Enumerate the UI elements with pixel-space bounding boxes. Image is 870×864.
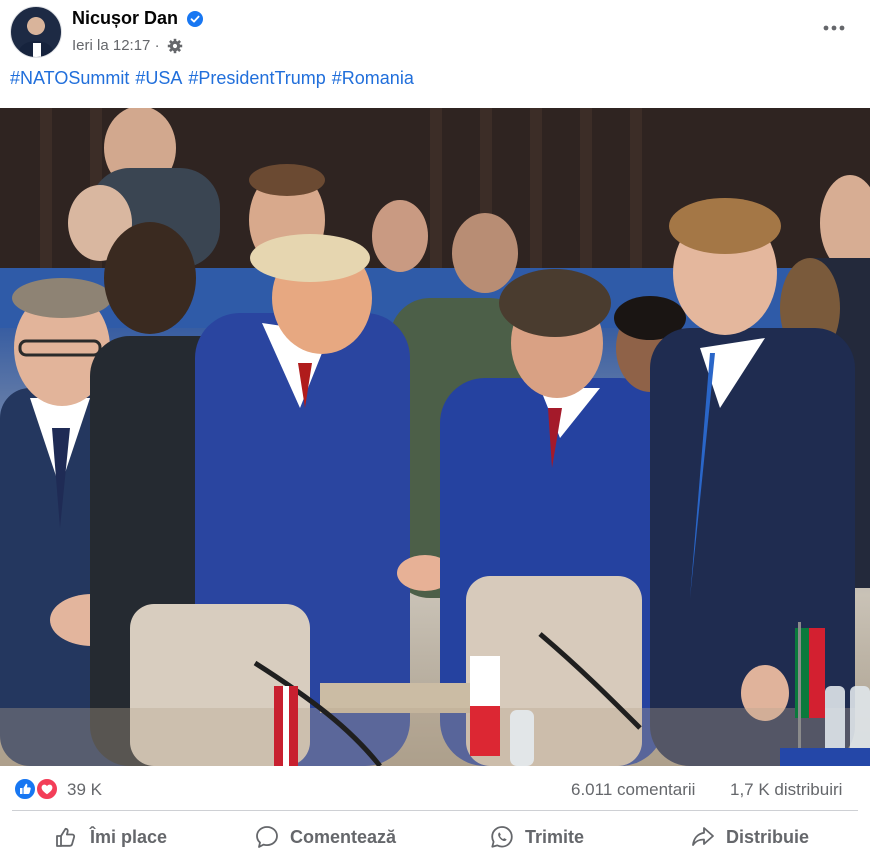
hashtag-link[interactable]: #PresidentTrump [188,68,325,88]
actions-divider [12,810,858,811]
share-button[interactable]: Distribuie [690,820,809,854]
reaction-count[interactable]: 39 K [67,780,102,800]
share-label: Distribuie [726,826,810,847]
hashtag-link[interactable]: #Romania [332,68,414,88]
like-label: Îmi place [90,826,168,847]
like-button[interactable]: Îmi place [54,820,167,854]
share-arrow-icon [692,827,714,846]
post-time[interactable]: Ieri la 12:17 [72,37,150,54]
post-caption: #NATOSummit #USA #PresidentTrump #Romania [10,68,420,89]
post-actions: Îmi place Comentează Trimite Distribuie [0,814,870,860]
verified-badge-icon [187,11,203,27]
hashtag-link[interactable]: #NATOSummit [10,68,129,88]
meta-separator: · [154,37,160,54]
love-reaction-icon[interactable] [35,777,59,801]
like-reaction-icon[interactable] [13,777,37,801]
send-label: Trimite [525,826,585,847]
post-meta: Ieri la 12:17 · [72,37,160,54]
send-button[interactable]: Trimite [489,820,584,854]
post-header: Nicușor Dan Ieri la 12:17 · [0,0,870,62]
post-photo[interactable] [0,108,870,766]
author-name[interactable]: Nicușor Dan [72,8,178,29]
comment-bubble-icon [256,826,278,848]
whatsapp-icon [491,826,513,848]
comment-button[interactable]: Comentează [254,820,396,854]
author-avatar[interactable] [10,6,62,58]
shares-count[interactable]: 1,7 K distribuiri [730,780,842,800]
gear-icon[interactable] [167,38,183,54]
more-options-icon[interactable] [818,18,850,38]
photo-scene [0,108,870,766]
comments-count[interactable]: 6.011 comentarii [571,780,695,800]
comment-label: Comentează [290,826,397,847]
reactions-bar: 39 K 6.011 comentarii 1,7 K distribuiri [0,772,870,806]
thumbs-up-icon [56,827,76,847]
hashtag-link[interactable]: #USA [135,68,182,88]
